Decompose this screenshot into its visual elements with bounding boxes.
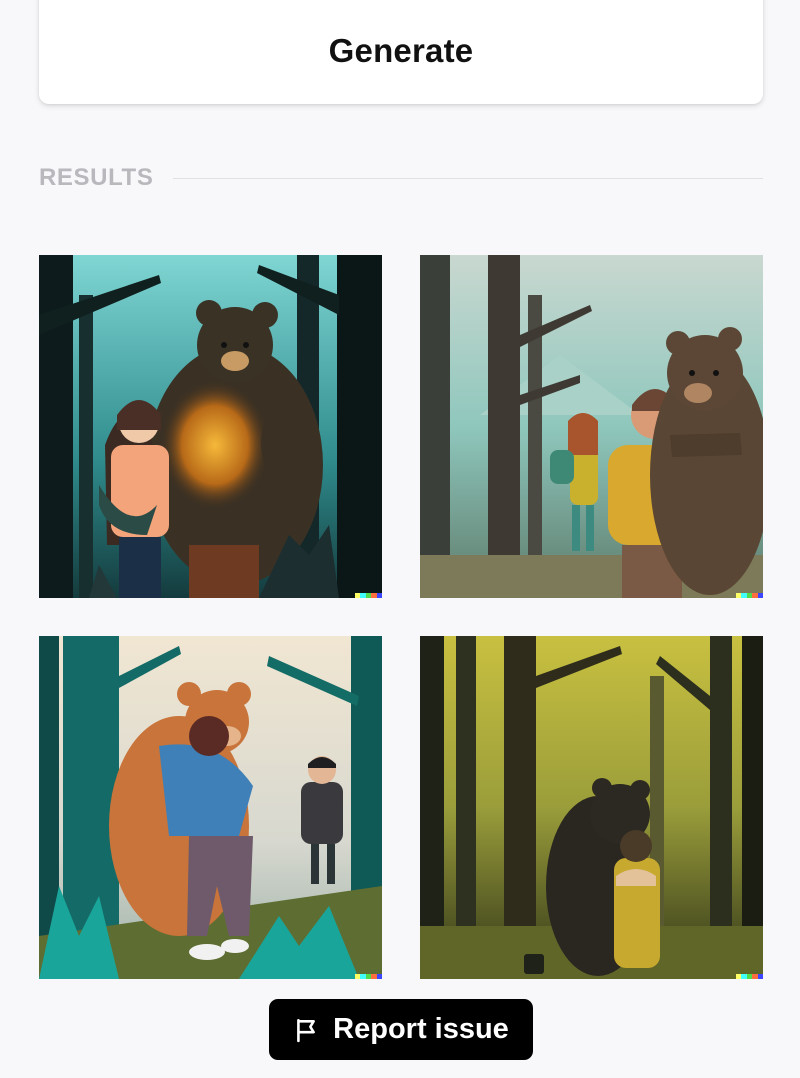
flag-icon bbox=[293, 1017, 319, 1043]
signature-mark bbox=[355, 974, 382, 979]
result-image-3-artwork bbox=[39, 636, 382, 979]
result-image-2[interactable] bbox=[420, 255, 763, 598]
result-image-2-artwork bbox=[420, 255, 763, 598]
signature-mark bbox=[355, 593, 382, 598]
signature-mark bbox=[736, 593, 763, 598]
result-image-1-artwork bbox=[39, 255, 382, 598]
generate-button-label: Generate bbox=[328, 32, 474, 69]
result-image-3[interactable] bbox=[39, 636, 382, 979]
result-image-4-artwork bbox=[420, 636, 763, 979]
results-heading: RESULTS bbox=[39, 164, 154, 191]
results-divider bbox=[173, 177, 763, 179]
result-image-1[interactable] bbox=[39, 255, 382, 598]
report-issue-label: Report issue bbox=[333, 1013, 509, 1045]
result-image-4[interactable] bbox=[420, 636, 763, 979]
generate-button[interactable]: Generate bbox=[39, 0, 763, 104]
results-header: RESULTS bbox=[39, 161, 763, 195]
signature-mark bbox=[736, 974, 763, 979]
report-issue-button[interactable]: Report issue bbox=[269, 999, 533, 1060]
